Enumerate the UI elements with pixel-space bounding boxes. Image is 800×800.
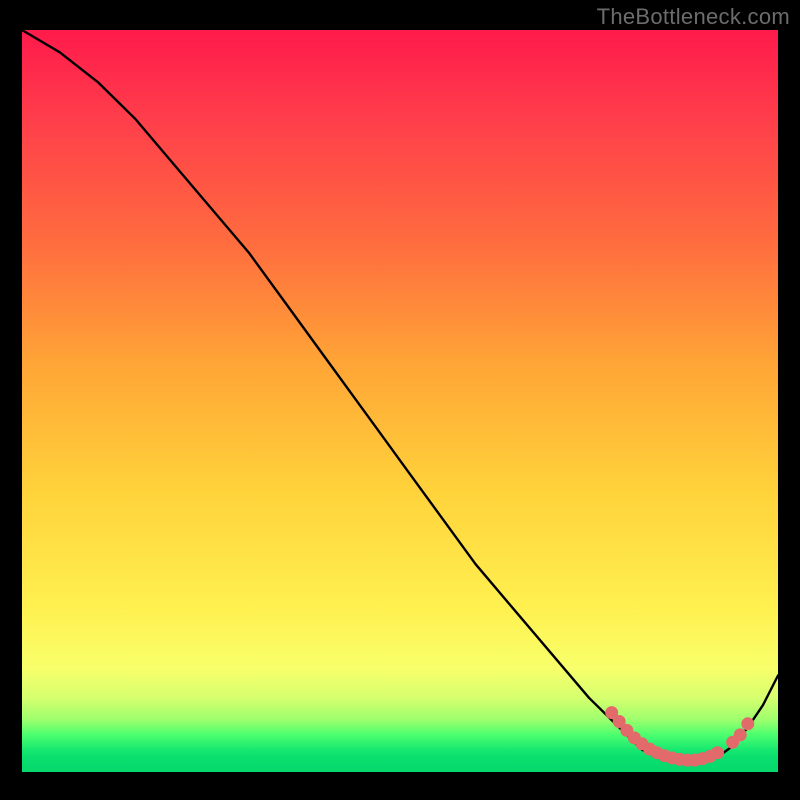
curve-markers (605, 706, 754, 767)
curve-marker (734, 728, 747, 741)
plot-area (22, 30, 778, 772)
curve-marker (711, 746, 724, 759)
bottleneck-curve (22, 30, 778, 763)
curve-marker (741, 717, 754, 730)
curve-layer (22, 30, 778, 772)
watermark-text: TheBottleneck.com (597, 4, 790, 30)
chart-stage: TheBottleneck.com (0, 0, 800, 800)
